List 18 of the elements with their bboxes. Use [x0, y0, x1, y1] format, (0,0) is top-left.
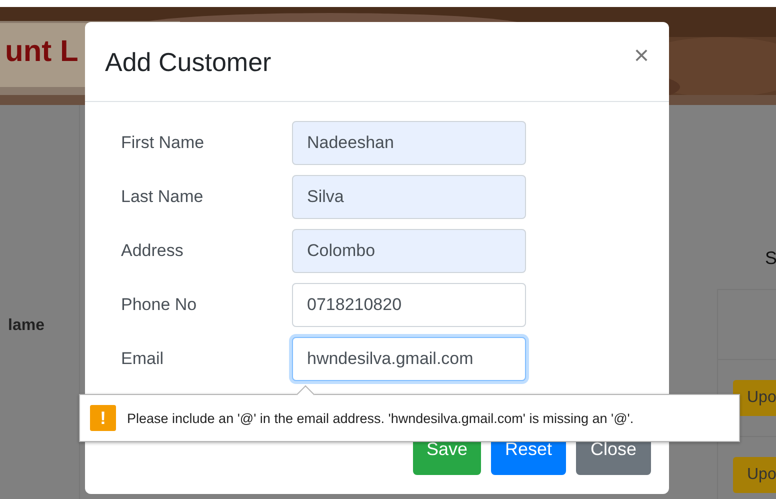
field-label: Address: [121, 241, 184, 261]
validation-message: Please include an '@' in the email address. 'hwndesilva.gmail.com' is missing an '@'.: [127, 410, 634, 426]
input-field[interactable]: Colombo: [292, 229, 526, 273]
side-label: S: [765, 247, 776, 269]
field-label: First Name: [121, 133, 206, 153]
update-button[interactable]: Upo: [733, 457, 776, 493]
input-field[interactable]: Silva: [292, 175, 526, 219]
modal-title: Add Customer: [105, 47, 272, 78]
input-field[interactable]: Nadeeshan: [292, 121, 526, 165]
table-header: lame: [8, 317, 44, 334]
input-field[interactable]: 0718210820: [292, 283, 526, 327]
update-button[interactable]: Upo: [733, 380, 776, 416]
warning-icon: !: [90, 405, 116, 431]
input-field[interactable]: hwndesilva.gmail.com: [292, 337, 526, 381]
page-heading: unt L: [5, 35, 78, 68]
field-label: Phone No: [121, 295, 198, 315]
field-label: Last Name: [121, 187, 204, 207]
field-label: Email: [121, 349, 165, 369]
